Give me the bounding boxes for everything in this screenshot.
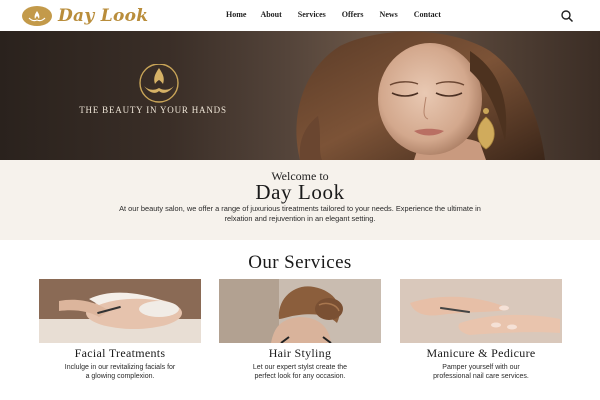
services-heading: Our Services (248, 252, 352, 273)
logo-text: Day Look (58, 6, 149, 26)
welcome-heading: Day Look (255, 180, 345, 204)
nav-home[interactable]: Home (226, 10, 246, 19)
hero-portrait-image (296, 31, 545, 160)
service-description: Pamper yourself with our professional na… (433, 364, 529, 380)
manicure-image (400, 279, 562, 343)
logo[interactable]: Day Look (22, 5, 148, 27)
main-nav: Home About Services Offers News Contact (226, 10, 441, 19)
service-title: Manicure & Pedicure (426, 346, 536, 360)
service-card-hair[interactable]: Hair Styling Let our expert stylst creat… (219, 279, 381, 381)
service-card-nails[interactable]: Manicure & Pedicure Pamper yourself with… (400, 279, 562, 381)
hero-banner: THE BEAUTY IN YOUR HANDS (0, 31, 600, 160)
service-description: Inclulge in our revitalizing facials for… (64, 364, 176, 380)
facial-treatment-image (39, 279, 201, 343)
nav-about[interactable]: About (260, 10, 281, 19)
hero-tagline: THE BEAUTY IN YOUR HANDS (79, 105, 227, 115)
site-header: Day Look Home About Services Offers News… (0, 0, 600, 31)
service-title: Facial Treatments (74, 346, 166, 360)
service-description: Let our expert stylst create the perfect… (252, 364, 348, 380)
hair-styling-image (219, 279, 381, 343)
nav-offers[interactable]: Offers (342, 10, 364, 19)
welcome-section: Welcome to Day Look At our beauty salon,… (0, 160, 600, 240)
service-title: Hair Styling (268, 346, 332, 360)
hands-emblem-icon (139, 64, 179, 103)
nav-services[interactable]: Services (298, 10, 326, 19)
welcome-description: At our beauty salon, we offer a range of… (119, 204, 481, 223)
service-card-facial[interactable]: Facial Treatments Inclulge in our revita… (39, 279, 201, 381)
logo-emblem-icon (22, 6, 52, 26)
nav-contact[interactable]: Contact (414, 10, 441, 19)
search-icon[interactable] (560, 9, 574, 23)
nav-news[interactable]: News (380, 10, 398, 19)
